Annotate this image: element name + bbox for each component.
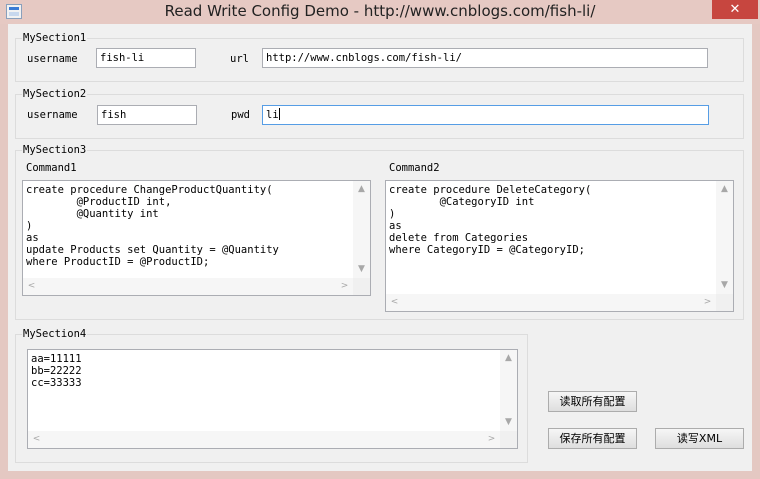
scrollbar-corner	[500, 431, 517, 448]
command1-text: create procedure ChangeProductQuantity( …	[26, 184, 279, 268]
section2-pwd-label: pwd	[231, 109, 250, 121]
section1-url-label: url	[230, 53, 249, 65]
command1-label: Command1	[26, 162, 77, 174]
section4-textarea[interactable]: aa=11111 bb=22222 cc=33333 ▲ ▼ < >	[27, 349, 518, 449]
scroll-down-icon[interactable]: ▼	[716, 277, 733, 294]
read-all-config-button[interactable]: 读取所有配置	[548, 391, 637, 412]
text-caret	[278, 108, 280, 120]
scroll-right-icon[interactable]: >	[483, 431, 500, 448]
mysection2-title: MySection2	[22, 87, 88, 101]
scrollbar-corner	[353, 278, 370, 295]
command2-horizontal-scrollbar[interactable]: < >	[386, 294, 716, 311]
scroll-left-icon[interactable]: <	[386, 294, 403, 311]
scrollbar-corner	[716, 294, 733, 311]
section4-text: aa=11111 bb=22222 cc=33333	[31, 353, 82, 389]
section2-username-label: username	[27, 109, 78, 121]
window-title: Read Write Config Demo - http://www.cnbl…	[164, 2, 596, 20]
scroll-left-icon[interactable]: <	[23, 278, 40, 295]
save-all-config-button[interactable]: 保存所有配置	[548, 428, 637, 449]
scroll-right-icon[interactable]: >	[336, 278, 353, 295]
section1-url-input[interactable]: http://www.cnblogs.com/fish-li/	[262, 48, 708, 68]
section2-username-input[interactable]: fish	[97, 105, 197, 125]
command1-vertical-scrollbar[interactable]: ▲ ▼	[353, 181, 370, 278]
section1-username-label: username	[27, 53, 78, 65]
scroll-down-icon[interactable]: ▼	[500, 414, 517, 431]
command1-horizontal-scrollbar[interactable]: < >	[23, 278, 353, 295]
command2-label: Command2	[389, 162, 440, 174]
command2-textarea[interactable]: create procedure DeleteCategory( @Catego…	[385, 180, 734, 312]
command1-textarea[interactable]: create procedure ChangeProductQuantity( …	[22, 180, 371, 296]
section1-username-input[interactable]: fish-li	[96, 48, 196, 68]
section4-vertical-scrollbar[interactable]: ▲ ▼	[500, 350, 517, 431]
scroll-up-icon[interactable]: ▲	[716, 181, 733, 198]
mysection1-group: MySection1 username fish-li url http://w…	[15, 31, 744, 82]
scroll-right-icon[interactable]: >	[699, 294, 716, 311]
section2-pwd-value: li	[266, 109, 279, 121]
mysection1-title: MySection1	[22, 31, 88, 45]
mysection4-group: MySection4 aa=11111 bb=22222 cc=33333 ▲ …	[15, 327, 528, 463]
title-bar[interactable]: Read Write Config Demo - http://www.cnbl…	[0, 0, 760, 24]
close-button[interactable]: ✕	[712, 0, 758, 19]
mysection3-title: MySection3	[22, 143, 88, 157]
command2-vertical-scrollbar[interactable]: ▲ ▼	[716, 181, 733, 294]
form-client-area: MySection1 username fish-li url http://w…	[8, 24, 752, 471]
scroll-up-icon[interactable]: ▲	[353, 181, 370, 198]
section2-pwd-input[interactable]: li	[262, 105, 709, 125]
read-write-xml-button[interactable]: 读写XML	[655, 428, 744, 449]
command2-text: create procedure DeleteCategory( @Catego…	[389, 184, 592, 256]
mysection3-group: MySection3 Command1 create procedure Cha…	[15, 143, 744, 320]
mysection4-title: MySection4	[22, 327, 88, 341]
mysection2-group: MySection2 username fish pwd li	[15, 87, 744, 139]
scroll-left-icon[interactable]: <	[28, 431, 45, 448]
section4-horizontal-scrollbar[interactable]: < >	[28, 431, 500, 448]
scroll-down-icon[interactable]: ▼	[353, 261, 370, 278]
scroll-up-icon[interactable]: ▲	[500, 350, 517, 367]
